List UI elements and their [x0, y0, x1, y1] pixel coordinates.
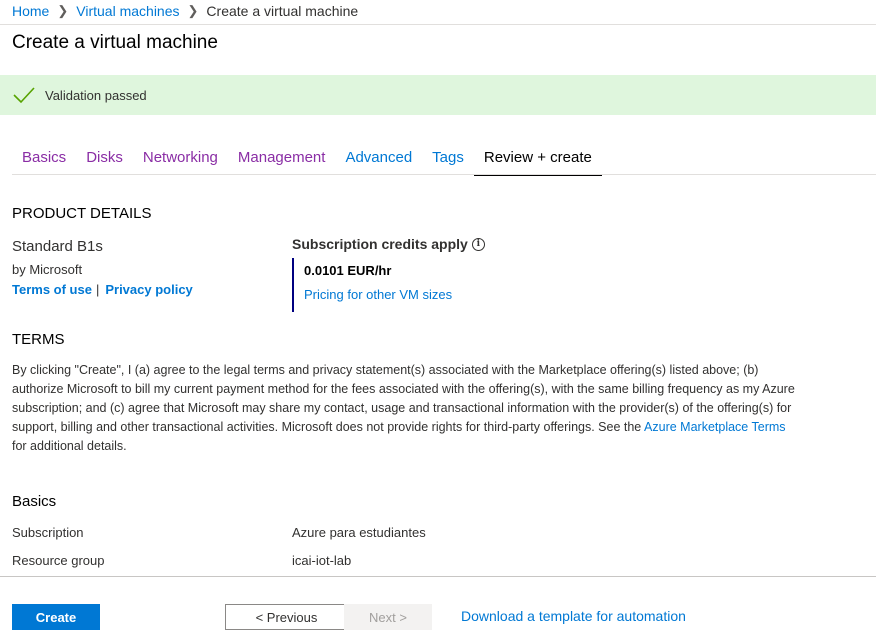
product-publisher: by Microsoft [12, 262, 83, 277]
resource-group-value: icai-iot-lab [292, 553, 352, 568]
tab-tags[interactable]: Tags [422, 146, 474, 174]
validation-message: Validation passed [45, 87, 147, 103]
breadcrumb-virtual-machines[interactable]: Virtual machines [76, 3, 179, 19]
tab-management[interactable]: Management [228, 146, 336, 174]
download-template-link[interactable]: Download a template for automation [461, 608, 686, 624]
price-box: 0.0101 EUR/hr Pricing for other VM sizes [292, 258, 494, 312]
product-details-header: PRODUCT DETAILS [12, 205, 152, 222]
header-divider [0, 24, 876, 25]
terms-tail: for additional details. [12, 439, 127, 453]
vm-price: 0.0101 EUR/hr [304, 263, 392, 278]
chevron-right-icon: ❯ [57, 3, 69, 18]
create-vm-page: Home ❯ Virtual machines ❯ Create a virtu… [0, 0, 876, 644]
next-button[interactable]: Next > [344, 604, 432, 630]
credits-label-text: Subscription credits apply [292, 236, 468, 252]
breadcrumb: Home ❯ Virtual machines ❯ Create a virtu… [12, 2, 358, 20]
validation-banner: Validation passed [0, 75, 876, 115]
tab-networking[interactable]: Networking [133, 146, 228, 174]
chevron-right-icon: ❯ [187, 3, 199, 18]
marketplace-terms-link[interactable]: Azure Marketplace Terms [644, 420, 786, 434]
footer-divider [0, 576, 876, 577]
pricing-other-sizes-link[interactable]: Pricing for other VM sizes [304, 287, 452, 302]
checkmark-icon [13, 87, 35, 104]
previous-button[interactable]: < Previous [225, 604, 348, 630]
wizard-tabs: Basics Disks Networking Management Advan… [12, 146, 602, 176]
resource-group-label: Resource group [12, 553, 105, 568]
terms-text: By clicking "Create", I (a) agree to the… [12, 361, 802, 456]
tab-disks[interactable]: Disks [76, 146, 133, 174]
breadcrumb-home[interactable]: Home [12, 3, 49, 19]
product-links: Terms of use | Privacy policy [12, 282, 193, 297]
page-title: Create a virtual machine [12, 32, 218, 53]
credits-label: Subscription credits apply i [292, 236, 485, 252]
subscription-value: Azure para estudiantes [292, 525, 426, 540]
link-separator: | [95, 282, 100, 297]
privacy-policy-link[interactable]: Privacy policy [105, 282, 192, 297]
product-name: Standard B1s [12, 238, 103, 255]
create-button[interactable]: Create [12, 604, 100, 630]
tab-review-create[interactable]: Review + create [473, 146, 602, 176]
breadcrumb-current: Create a virtual machine [206, 3, 359, 19]
basics-header: Basics [12, 493, 57, 510]
info-icon[interactable]: i [471, 237, 485, 251]
terms-header: TERMS [12, 331, 65, 348]
subscription-label: Subscription [12, 525, 84, 540]
tab-basics[interactable]: Basics [12, 146, 76, 174]
tab-advanced[interactable]: Advanced [335, 146, 422, 174]
terms-of-use-link[interactable]: Terms of use [12, 282, 92, 297]
tabs-divider [12, 174, 876, 175]
